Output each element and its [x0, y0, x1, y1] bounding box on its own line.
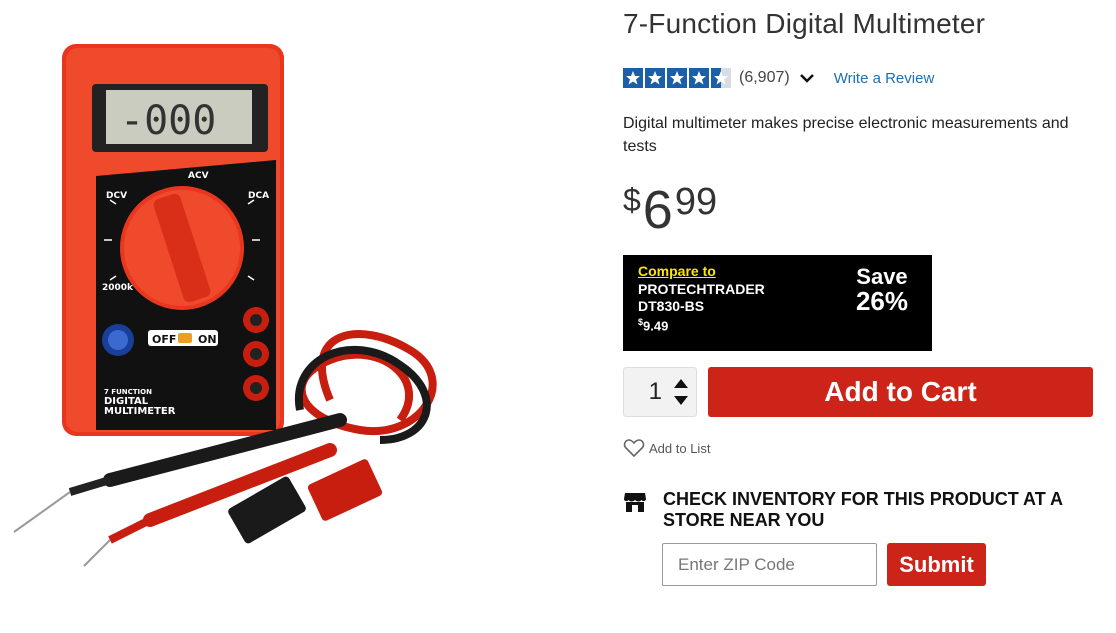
label-line1: 7 FUNCTION [104, 388, 152, 396]
on-label: ON [198, 333, 217, 346]
submit-button[interactable]: Submit [887, 543, 986, 586]
save-percent: 26% [855, 286, 908, 316]
star-full-icon [623, 68, 643, 88]
off-label: OFF [152, 333, 176, 346]
quantity-stepper[interactable]: 1 [623, 367, 697, 417]
add-to-list-label: Add to List [649, 440, 711, 456]
decrement-arrow-icon[interactable] [674, 396, 688, 405]
label-line3: MULTIMETER [104, 406, 176, 417]
heart-icon [623, 439, 645, 458]
multimeter-illustration: -000 DCV DCA ACV 2000k OFF ON 7 FUNCTION … [13, 44, 437, 567]
review-count[interactable]: (6,907) [739, 69, 790, 87]
svg-text:DCV: DCV [106, 191, 127, 201]
save-badge: Save 26% [855, 265, 908, 316]
svg-text:2000k: 2000k [102, 283, 134, 293]
star-full-icon [667, 68, 687, 88]
star-half-icon [711, 68, 731, 88]
competitor-name: PROTECHTRADER DT830-BS [638, 281, 765, 314]
zip-code-input[interactable] [662, 543, 877, 586]
competitor-price: $9.49 [638, 317, 917, 333]
product-image[interactable]: -000 DCV DCA ACV 2000k OFF ON 7 FUNCTION… [0, 0, 600, 633]
price-currency: $ [623, 182, 641, 218]
price-cents: 99 [674, 181, 718, 223]
add-to-list-button[interactable]: Add to List [623, 438, 710, 458]
product-title: 7-Function Digital Multimeter [623, 8, 986, 39]
lcd-readout: -000 [120, 98, 216, 144]
price: $ 6 99 [623, 180, 717, 240]
increment-arrow-icon[interactable] [674, 379, 688, 388]
inventory-section: CHECK INVENTORY FOR THIS PRODUCT AT A ST… [623, 489, 1063, 531]
store-icon [624, 493, 646, 512]
add-to-cart-button[interactable]: Add to Cart [708, 367, 1093, 417]
inventory-heading: CHECK INVENTORY FOR THIS PRODUCT AT A ST… [663, 489, 1063, 530]
price-dollars: 6 [642, 180, 673, 240]
competitor-price-value: 9.49 [643, 318, 669, 334]
chevron-down-icon[interactable] [798, 69, 816, 87]
svg-text:ACV: ACV [188, 171, 209, 181]
star-rating[interactable] [623, 68, 731, 88]
star-full-icon [645, 68, 665, 88]
write-review-link[interactable]: Write a Review [834, 70, 935, 87]
rating-row: (6,907) Write a Review [623, 66, 934, 90]
compare-box: Compare to PROTECHTRADER DT830-BS $9.49 … [623, 255, 932, 351]
svg-text:DCA: DCA [248, 191, 269, 201]
star-full-icon [689, 68, 709, 88]
quantity-value[interactable]: 1 [624, 378, 666, 406]
product-description: Digital multimeter makes precise electro… [623, 115, 1069, 155]
